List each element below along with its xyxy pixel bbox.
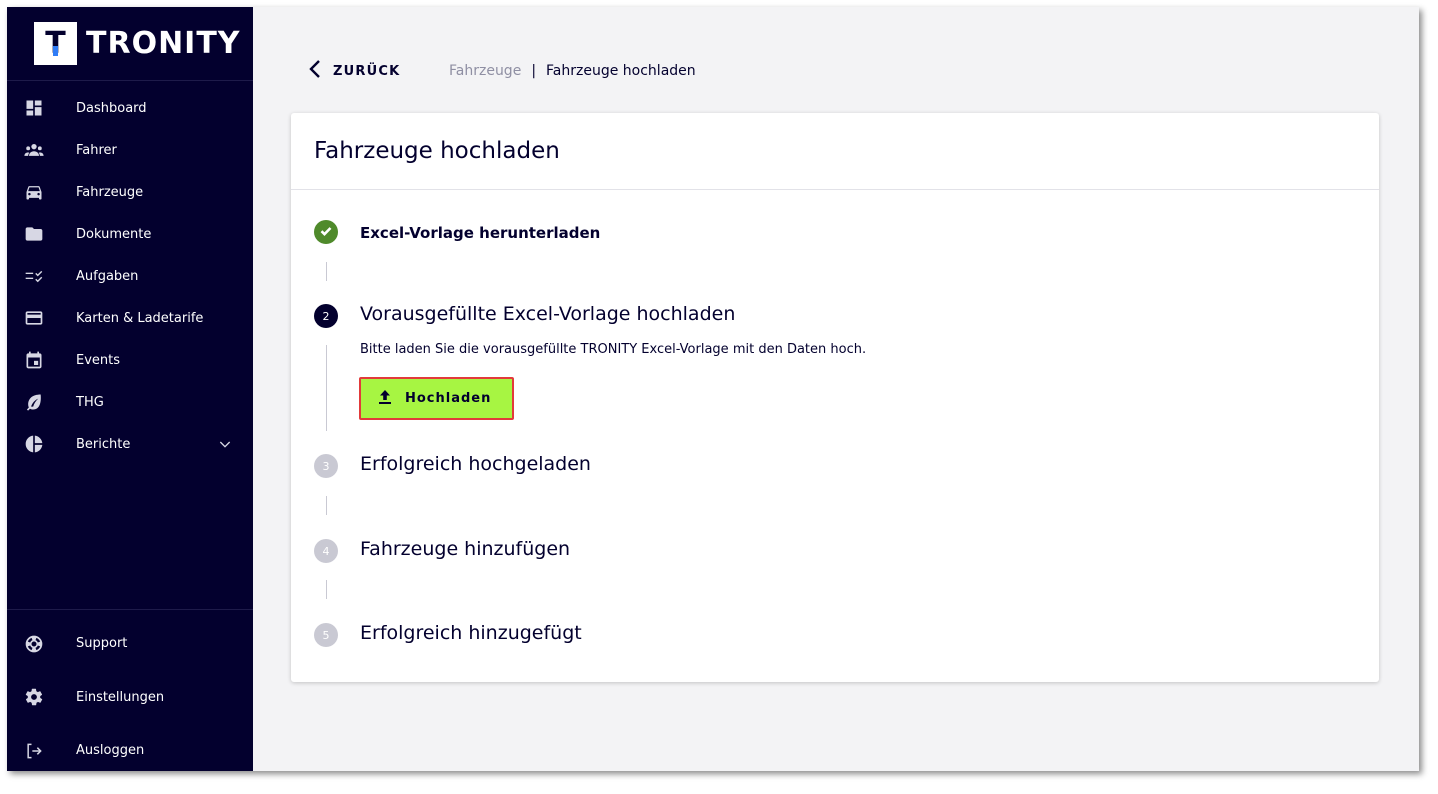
sidebar-item-label: THG: [76, 394, 104, 410]
sidebar-item-dashboard[interactable]: Dashboard: [7, 87, 253, 129]
people-icon: [24, 140, 44, 160]
car-icon: [24, 182, 44, 202]
upload-icon: [377, 389, 393, 409]
sidebar-item-label: Karten & Ladetarife: [76, 310, 204, 326]
sidebar-item-label: Einstellungen: [76, 689, 165, 705]
breadcrumb-separator: |: [531, 63, 537, 79]
sidebar-item-einstellungen[interactable]: Einstellungen: [7, 671, 253, 725]
chevron-down-icon[interactable]: [217, 436, 233, 452]
logo-accent: [53, 46, 58, 56]
step-2-description: Bitte laden Sie die vorausgefüllte TRONI…: [360, 342, 867, 357]
pie-chart-icon: [24, 434, 44, 454]
step-3-badge: 3: [314, 454, 338, 478]
check-icon: [319, 224, 333, 241]
sidebar-item-label: Aufgaben: [76, 268, 139, 284]
leaf-icon: [24, 392, 44, 412]
breadcrumb-current: Fahrzeuge hochladen: [546, 63, 696, 79]
sidebar-item-label: Fahrer: [76, 142, 117, 158]
sidebar-item-support[interactable]: Support: [7, 617, 253, 671]
step-4-label: Fahrzeuge hinzufügen: [360, 538, 571, 560]
step-connector: [326, 345, 327, 431]
checklist-icon: [24, 266, 44, 286]
upload-button[interactable]: Hochladen: [359, 377, 514, 420]
sidebar-item-label: Dashboard: [76, 100, 147, 116]
lifebuoy-icon: [24, 634, 44, 654]
brand-logo[interactable]: T TRONITY: [7, 7, 253, 81]
step-1-done-badge: [314, 220, 338, 244]
upload-card: Fahrzeuge hochladen Excel-Vorlage herunt…: [291, 113, 1379, 682]
sidebar-item-label: Fahrzeuge: [76, 184, 144, 200]
sidebar-nav: Dashboard Fahrer Fahrzeuge Dokumente Auf…: [7, 81, 253, 465]
back-label: ZURÜCK: [333, 63, 401, 79]
sidebar-item-events[interactable]: Events: [7, 339, 253, 381]
sidebar-item-fahrer[interactable]: Fahrer: [7, 129, 253, 171]
sidebar-item-berichte[interactable]: Berichte: [7, 423, 253, 465]
sidebar-item-dokumente[interactable]: Dokumente: [7, 213, 253, 255]
step-5-label: Erfolgreich hinzugefügt: [360, 622, 582, 644]
sidebar-bottom-nav: Support Einstellungen Ausloggen: [7, 609, 253, 771]
calendar-icon: [24, 350, 44, 370]
sidebar-item-karten-ladetarife[interactable]: Karten & Ladetarife: [7, 297, 253, 339]
back-button[interactable]: ZURÜCK: [307, 59, 400, 83]
step-3-label: Erfolgreich hochgeladen: [360, 453, 591, 475]
step-2-label: Vorausgefüllte Excel-Vorlage hochladen: [360, 303, 736, 325]
sidebar-item-aufgaben[interactable]: Aufgaben: [7, 255, 253, 297]
sidebar-item-label: Support: [76, 636, 128, 652]
step-connector: [326, 580, 327, 599]
sidebar-item-label: Events: [76, 352, 121, 368]
gear-icon: [24, 687, 44, 707]
step-2-badge: 2: [314, 304, 338, 328]
sidebar-item-label: Berichte: [76, 436, 131, 452]
step-1-label: Excel-Vorlage herunterladen: [360, 224, 601, 242]
step-4-badge: 4: [314, 539, 338, 563]
app-window: T TRONITY Dashboard Fahrer Fahrzeuge Dok…: [7, 7, 1419, 771]
breadcrumb-link-fahrzeuge[interactable]: Fahrzeuge: [449, 63, 521, 79]
sidebar-item-label: Dokumente: [76, 226, 152, 242]
breadcrumb: Fahrzeuge | Fahrzeuge hochladen: [449, 63, 696, 79]
credit-card-icon: [24, 308, 44, 328]
sidebar-item-thg[interactable]: THG: [7, 381, 253, 423]
brand-name: TRONITY: [86, 26, 241, 61]
upload-button-label: Hochladen: [405, 391, 492, 406]
step-5-badge: 5: [314, 623, 338, 647]
logo-mark: T: [34, 22, 77, 65]
page-header: ZURÜCK Fahrzeuge | Fahrzeuge hochladen: [307, 59, 696, 83]
logout-icon: [24, 741, 44, 761]
sidebar-item-fahrzeuge[interactable]: Fahrzeuge: [7, 171, 253, 213]
sidebar-item-ausloggen[interactable]: Ausloggen: [7, 724, 253, 771]
page-title: Fahrzeuge hochladen: [291, 113, 1379, 190]
sidebar-item-label: Ausloggen: [76, 743, 145, 759]
step-connector: [326, 496, 327, 515]
step-connector: [326, 262, 327, 281]
folder-icon: [24, 224, 44, 244]
sidebar: T TRONITY Dashboard Fahrer Fahrzeuge Dok…: [7, 7, 253, 771]
dashboard-icon: [24, 98, 44, 118]
chevron-left-icon: [307, 59, 323, 83]
